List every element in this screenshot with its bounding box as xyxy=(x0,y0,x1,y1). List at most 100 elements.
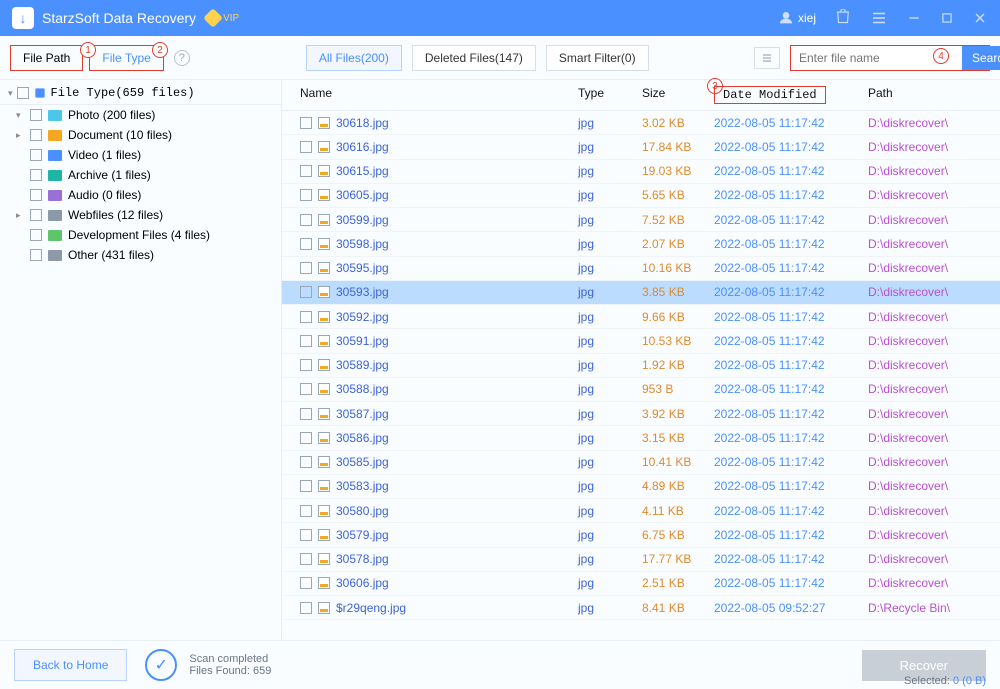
menu-icon[interactable] xyxy=(870,9,888,27)
table-row[interactable]: 30592.jpgjpg9.66 KB2022-08-05 11:17:42D:… xyxy=(282,305,1000,329)
close-icon[interactable] xyxy=(972,10,988,26)
checkbox[interactable] xyxy=(300,577,312,589)
file-icon xyxy=(318,480,330,492)
table-row[interactable]: 30585.jpgjpg10.41 KB2022-08-05 11:17:42D… xyxy=(282,451,1000,475)
files-found: Files Found: 659 xyxy=(189,665,271,677)
table-row[interactable]: 30578.jpgjpg17.77 KB2022-08-05 11:17:42D… xyxy=(282,548,1000,572)
footer: Back to Home ✓ Scan completed Files Foun… xyxy=(0,640,1000,689)
selected-info: Selected: 0 (0 B) xyxy=(904,675,986,687)
col-name[interactable]: Name xyxy=(282,86,578,104)
table-row[interactable]: 30605.jpgjpg5.65 KB2022-08-05 11:17:42D:… xyxy=(282,184,1000,208)
tab-file-path[interactable]: File Path xyxy=(10,45,83,71)
table-row[interactable]: 30586.jpgjpg3.15 KB2022-08-05 11:17:42D:… xyxy=(282,426,1000,450)
checkbox[interactable] xyxy=(30,189,42,201)
checkbox[interactable] xyxy=(300,456,312,468)
checkbox[interactable] xyxy=(30,149,42,161)
table-row[interactable]: 30593.jpgjpg3.85 KB2022-08-05 11:17:42D:… xyxy=(282,281,1000,305)
folder-icon xyxy=(48,170,62,181)
checkbox[interactable] xyxy=(300,189,312,201)
table-row[interactable]: $r29qeng.jpgjpg8.41 KB2022-08-05 09:52:2… xyxy=(282,596,1000,620)
file-icon xyxy=(318,359,330,371)
view-mode-toggle[interactable] xyxy=(754,47,780,69)
checkbox[interactable] xyxy=(300,238,312,250)
checkbox[interactable] xyxy=(300,311,312,323)
maximize-icon[interactable] xyxy=(940,11,954,25)
checkbox[interactable] xyxy=(300,529,312,541)
checkbox[interactable] xyxy=(300,262,312,274)
col-date[interactable]: Date Modified xyxy=(714,86,868,104)
filter-all-files[interactable]: All Files(200) xyxy=(306,45,402,71)
checkbox[interactable] xyxy=(30,249,42,261)
tree-item[interactable]: Audio (0 files) xyxy=(0,185,281,205)
checkbox[interactable] xyxy=(30,169,42,181)
checkbox[interactable] xyxy=(300,359,312,371)
user-account[interactable]: xiej xyxy=(778,10,816,26)
tree-item[interactable]: ▾Photo (200 files) xyxy=(0,105,281,125)
table-row[interactable]: 30595.jpgjpg10.16 KB2022-08-05 11:17:42D… xyxy=(282,257,1000,281)
sidebar: ▾ File Type(659 files) ▾Photo (200 files… xyxy=(0,80,282,640)
table-row[interactable]: 30598.jpgjpg2.07 KB2022-08-05 11:17:42D:… xyxy=(282,232,1000,256)
file-icon xyxy=(318,335,330,347)
table-row[interactable]: 30583.jpgjpg4.89 KB2022-08-05 11:17:42D:… xyxy=(282,475,1000,499)
file-icon xyxy=(318,602,330,614)
search-button[interactable]: Search xyxy=(962,46,1000,70)
filter-smart[interactable]: Smart Filter(0) xyxy=(546,45,649,71)
table-row[interactable]: 30580.jpgjpg4.11 KB2022-08-05 11:17:42D:… xyxy=(282,499,1000,523)
tree-item[interactable]: ▸Document (10 files) xyxy=(0,125,281,145)
search-box: Search xyxy=(790,45,990,71)
file-icon xyxy=(318,408,330,420)
table-row[interactable]: 30618.jpgjpg3.02 KB2022-08-05 11:17:42D:… xyxy=(282,111,1000,135)
checkbox[interactable] xyxy=(300,117,312,129)
folder-icon xyxy=(48,130,62,141)
tree-root[interactable]: ▾ File Type(659 files) xyxy=(0,82,281,105)
table-row[interactable]: 30588.jpgjpg953 B2022-08-05 11:17:42D:\d… xyxy=(282,378,1000,402)
table-row[interactable]: 30616.jpgjpg17.84 KB2022-08-05 11:17:42D… xyxy=(282,135,1000,159)
checkbox[interactable] xyxy=(300,408,312,420)
checkbox[interactable] xyxy=(300,286,312,298)
col-type[interactable]: Type xyxy=(578,86,642,104)
checkbox[interactable] xyxy=(30,209,42,221)
checkbox[interactable] xyxy=(30,109,42,121)
checkbox[interactable] xyxy=(300,602,312,614)
col-size[interactable]: Size xyxy=(642,86,714,104)
table-row[interactable]: 30615.jpgjpg19.03 KB2022-08-05 11:17:42D… xyxy=(282,160,1000,184)
checkbox[interactable] xyxy=(17,87,29,99)
back-to-home-button[interactable]: Back to Home xyxy=(14,649,127,681)
folder-icon xyxy=(48,150,62,161)
checkbox[interactable] xyxy=(300,505,312,517)
checkbox[interactable] xyxy=(300,432,312,444)
tree-item[interactable]: ▸Webfiles (12 files) xyxy=(0,205,281,225)
checkbox[interactable] xyxy=(300,480,312,492)
tree-item[interactable]: Video (1 files) xyxy=(0,145,281,165)
minimize-icon[interactable] xyxy=(906,10,922,26)
checkbox[interactable] xyxy=(300,165,312,177)
file-icon xyxy=(318,311,330,323)
file-icon xyxy=(318,577,330,589)
table-row[interactable]: 30599.jpgjpg7.52 KB2022-08-05 11:17:42D:… xyxy=(282,208,1000,232)
checkbox[interactable] xyxy=(300,553,312,565)
cart-icon[interactable] xyxy=(834,9,852,27)
tree-item[interactable]: Development Files (4 files) xyxy=(0,225,281,245)
checkbox[interactable] xyxy=(300,214,312,226)
table-row[interactable]: 30591.jpgjpg10.53 KB2022-08-05 11:17:42D… xyxy=(282,329,1000,353)
checkbox[interactable] xyxy=(300,141,312,153)
file-icon xyxy=(318,262,330,274)
help-icon[interactable]: ? xyxy=(174,50,190,66)
checkbox[interactable] xyxy=(30,129,42,141)
table-row[interactable]: 30579.jpgjpg6.75 KB2022-08-05 11:17:42D:… xyxy=(282,523,1000,547)
vip-badge[interactable]: VIP xyxy=(206,11,239,25)
tree-item[interactable]: Archive (1 files) xyxy=(0,165,281,185)
col-path[interactable]: Path xyxy=(868,86,1000,104)
table-row[interactable]: 30587.jpgjpg3.92 KB2022-08-05 11:17:42D:… xyxy=(282,402,1000,426)
checkbox[interactable] xyxy=(300,335,312,347)
checkbox[interactable] xyxy=(30,229,42,241)
folder-icon xyxy=(48,210,62,221)
table-row[interactable]: 30606.jpgjpg2.51 KB2022-08-05 11:17:42D:… xyxy=(282,572,1000,596)
filter-deleted-files[interactable]: Deleted Files(147) xyxy=(412,45,536,71)
file-icon xyxy=(318,383,330,395)
checkbox[interactable] xyxy=(300,383,312,395)
tree-item[interactable]: Other (431 files) xyxy=(0,245,281,265)
title-bar: ↓ StarzSoft Data Recovery VIP xiej xyxy=(0,0,1000,36)
app-title: StarzSoft Data Recovery xyxy=(42,10,196,26)
table-row[interactable]: 30589.jpgjpg1.92 KB2022-08-05 11:17:42D:… xyxy=(282,354,1000,378)
